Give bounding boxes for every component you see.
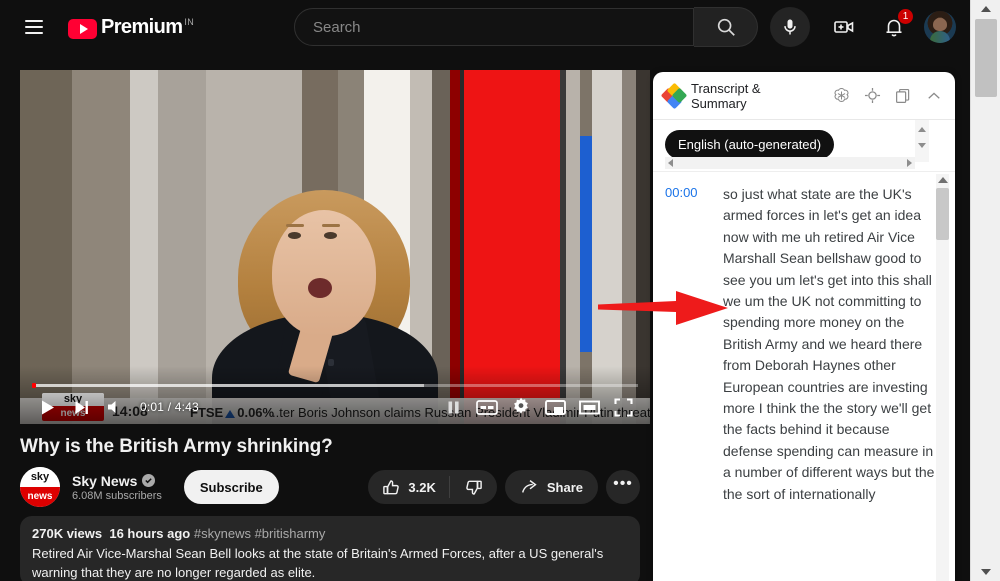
- lang-scroll-down-icon[interactable]: [918, 143, 926, 148]
- header-right-actions: 1: [824, 7, 956, 47]
- dislike-button[interactable]: [450, 470, 497, 504]
- captions-button[interactable]: [470, 390, 504, 424]
- player-controls: 0:01 / 4:43: [20, 390, 650, 424]
- scroll-up-arrow-icon[interactable]: [971, 0, 1000, 18]
- verified-badge-icon: [142, 474, 155, 487]
- like-dislike-group: 3.2K: [368, 470, 496, 504]
- lang-scroll-up-icon[interactable]: [918, 127, 926, 132]
- notification-count-badge: 1: [898, 9, 913, 24]
- country-code: IN: [184, 17, 194, 27]
- video-player[interactable]: sky news 14:08 FTSE0.06% ..ter Boris Joh…: [20, 70, 650, 424]
- miniplayer-icon: [545, 399, 566, 416]
- description-stats: 270K views 16 hours ago #skynews #britis…: [32, 526, 628, 541]
- lang-scroll-right-icon[interactable]: [907, 159, 912, 167]
- avatar[interactable]: [924, 11, 956, 43]
- description-tags[interactable]: #skynews #britisharmy: [194, 526, 326, 541]
- scrollbar-thumb[interactable]: [975, 19, 997, 97]
- create-video-button[interactable]: [824, 7, 864, 47]
- create-video-icon: [831, 14, 857, 40]
- language-selector[interactable]: English (auto-generated): [665, 130, 834, 159]
- theater-mode-button[interactable]: [572, 390, 606, 424]
- fullscreen-button[interactable]: [606, 390, 640, 424]
- page-title: Why is the British Army shrinking?: [20, 436, 640, 458]
- play-button[interactable]: [30, 390, 64, 424]
- share-button[interactable]: Share: [505, 470, 598, 504]
- play-icon: [39, 399, 56, 416]
- search-area: [294, 7, 810, 47]
- thumbs-up-icon: [382, 478, 401, 497]
- player-progress-bar[interactable]: [20, 383, 650, 388]
- closed-captions-icon: [476, 399, 498, 416]
- channel-avatar[interactable]: sky news: [20, 467, 60, 507]
- channel-avatar-top: sky: [20, 467, 60, 487]
- openai-logo-icon[interactable]: [830, 85, 852, 107]
- settings-button[interactable]: [504, 390, 538, 424]
- subscriber-count: 6.08M subscribers: [72, 490, 162, 502]
- share-label: Share: [547, 480, 583, 495]
- channel-avatar-bottom: news: [20, 487, 60, 507]
- search-input[interactable]: [313, 19, 693, 36]
- youtube-play-icon: [68, 19, 97, 39]
- miniplayer-button[interactable]: [538, 390, 572, 424]
- channel-info: Sky News 6.08M subscribers: [72, 473, 162, 502]
- notifications-button[interactable]: 1: [874, 7, 914, 47]
- voice-search-button[interactable]: [770, 7, 810, 47]
- youtube-premium-logo[interactable]: Premium IN: [68, 16, 194, 39]
- next-video-button[interactable]: [64, 390, 98, 424]
- more-actions-button[interactable]: •••: [606, 470, 640, 504]
- transcript-panel-header: Transcript & Summary: [653, 72, 955, 120]
- volume-icon: [106, 398, 124, 416]
- view-count: 270K views: [32, 526, 102, 541]
- pause-button[interactable]: [436, 390, 470, 424]
- share-arrow-icon: [520, 477, 540, 497]
- search-box[interactable]: [294, 8, 694, 46]
- transcript-summary-panel: Transcript & Summary: [653, 72, 955, 581]
- fullscreen-icon: [614, 398, 633, 417]
- channel-name[interactable]: Sky News: [72, 473, 137, 489]
- cue-timestamp[interactable]: 00:00: [665, 184, 723, 505]
- publish-time: 16 hours ago: [109, 526, 190, 541]
- search-icon: [715, 16, 737, 38]
- cue-text: so just what state are the UK's armed fo…: [723, 184, 937, 505]
- lang-scroll-left-icon[interactable]: [668, 159, 673, 167]
- video-meta-row: sky news Sky News 6.08M subscribers Subs…: [20, 464, 640, 510]
- volume-button[interactable]: [98, 390, 132, 424]
- transcript-body: 00:00 so just what state are the UK's ar…: [653, 172, 955, 581]
- video-description[interactable]: 270K views 16 hours ago #skynews #britis…: [20, 516, 640, 581]
- next-video-icon: [73, 399, 90, 416]
- transcript-scrollbar[interactable]: [936, 174, 949, 581]
- target-crosshair-icon[interactable]: [861, 85, 883, 107]
- like-button[interactable]: 3.2K: [368, 470, 448, 504]
- thumbs-down-icon: [464, 478, 483, 497]
- hamburger-menu-icon[interactable]: [14, 7, 54, 47]
- google-diamond-icon: [663, 85, 685, 107]
- time-display: 0:01 / 4:43: [140, 400, 199, 414]
- browser-scrollbar[interactable]: [970, 0, 1000, 581]
- scroll-down-arrow-icon[interactable]: [971, 563, 1000, 581]
- video-actions: 3.2K Share •••: [368, 470, 640, 504]
- search-button[interactable]: [694, 7, 758, 47]
- progress-buffered: [32, 384, 424, 387]
- transcript-panel-title: Transcript & Summary: [691, 81, 803, 111]
- progress-played: [32, 383, 36, 388]
- description-body: Retired Air Vice-Marshal Sean Bell looks…: [32, 544, 628, 581]
- transcript-panel-actions: [830, 85, 945, 107]
- theater-mode-icon: [579, 399, 600, 416]
- youtube-masthead: Premium IN: [0, 0, 970, 54]
- pause-icon: [445, 399, 462, 416]
- like-count: 3.2K: [408, 480, 435, 495]
- language-vertical-scrollbar[interactable]: [915, 120, 929, 162]
- transcript-language-row: English (auto-generated): [653, 120, 955, 172]
- settings-gear-icon: [511, 397, 531, 417]
- microphone-icon: [780, 17, 800, 37]
- transcript-scrollbar-thumb[interactable]: [936, 188, 949, 240]
- transcript-scroll-up-icon[interactable]: [938, 177, 948, 183]
- transcript-cue[interactable]: 00:00 so just what state are the UK's ar…: [653, 172, 955, 505]
- copy-icon[interactable]: [892, 85, 914, 107]
- collapse-chevron-up-icon[interactable]: [923, 85, 945, 107]
- subscribe-button[interactable]: Subscribe: [184, 470, 279, 504]
- logo-text: Premium: [101, 16, 182, 39]
- language-horizontal-scrollbar[interactable]: [665, 157, 915, 169]
